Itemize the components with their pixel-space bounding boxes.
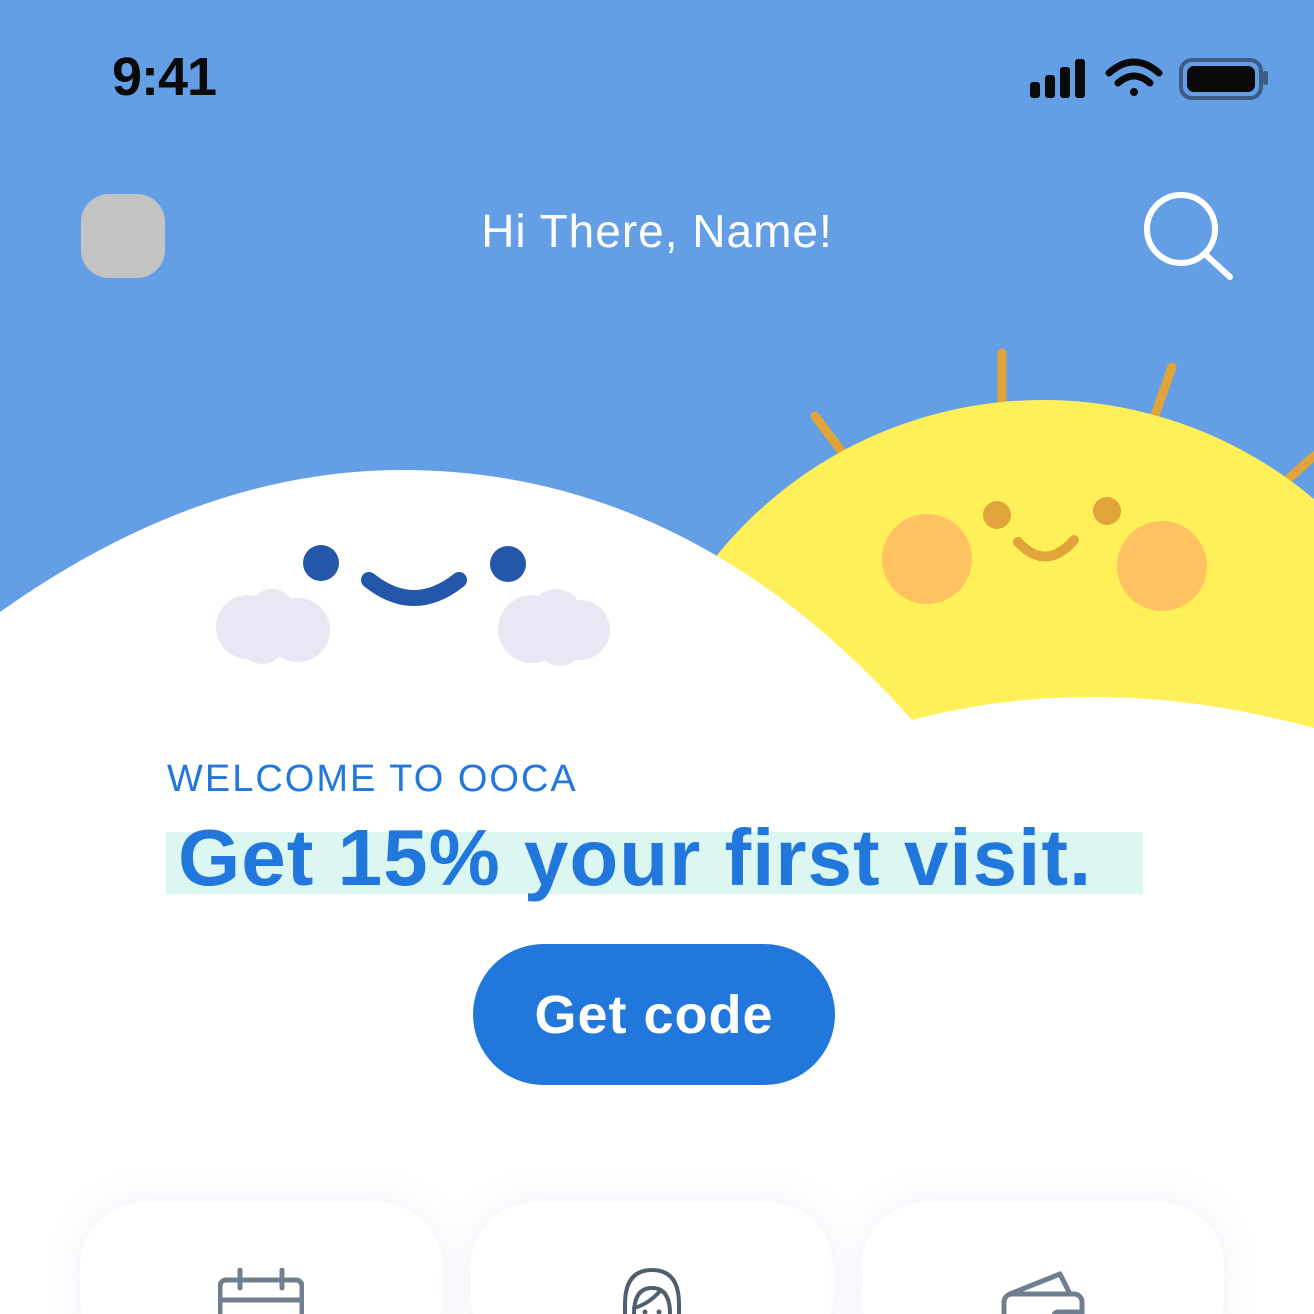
calendar-icon xyxy=(218,1268,304,1314)
status-time: 9:41 xyxy=(112,47,217,107)
promo-title: Get 15% your first visit. xyxy=(178,813,1093,902)
wallet-icon xyxy=(1001,1271,1085,1314)
greeting-title: Hi There, Name! xyxy=(481,205,833,257)
battery-icon xyxy=(1179,58,1268,100)
cellular-signal-icon xyxy=(1030,59,1085,98)
service-card-calendar[interactable] xyxy=(80,1202,442,1314)
get-code-button[interactable]: Get code xyxy=(473,944,835,1085)
home-screen: 9:41 Hi There, Name! WELCOME TO OOCA Get… xyxy=(0,0,1314,1314)
avatar[interactable] xyxy=(81,194,165,278)
service-card-wallet[interactable] xyxy=(862,1202,1224,1314)
hero-illustration xyxy=(0,0,1314,760)
search-icon[interactable] xyxy=(1140,190,1236,286)
therapist-icon xyxy=(623,1268,681,1314)
service-card-therapist[interactable] xyxy=(471,1202,833,1314)
status-bar-icons xyxy=(1030,58,1268,100)
welcome-label: WELCOME TO OOCA xyxy=(167,758,578,800)
wifi-icon xyxy=(1105,58,1163,96)
